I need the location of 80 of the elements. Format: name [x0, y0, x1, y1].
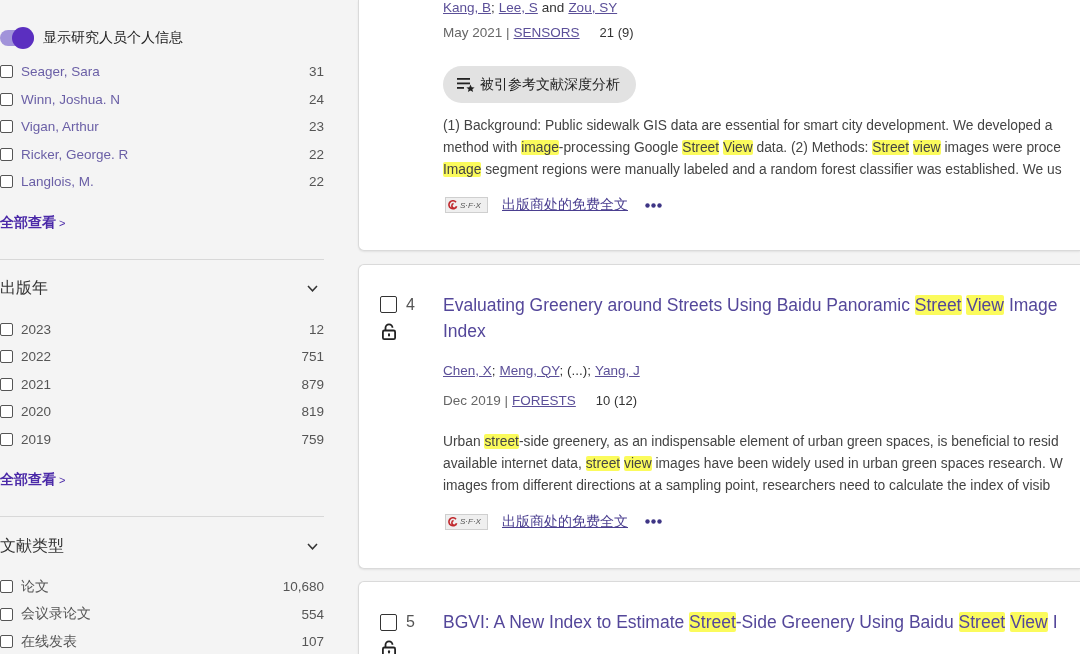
journal-link[interactable]: FORESTS — [512, 392, 576, 408]
checkbox[interactable] — [0, 322, 13, 336]
filter-label: 会议录论文 — [21, 605, 91, 624]
researcher-link[interactable]: Vigan, Arthur — [21, 119, 99, 135]
chevron-down-icon[interactable] — [307, 542, 318, 550]
see-all-link[interactable]: 全部查看 > — [0, 469, 66, 490]
filter-label: 2023 — [21, 321, 52, 337]
result-title-link[interactable]: Evaluating Greenery around Streets Using Baidu Panoramic Street View Image Index — [443, 291, 1058, 344]
checkbox[interactable] — [380, 296, 397, 313]
logo-tile[interactable]: S·F·X — [445, 197, 488, 213]
more-icon — [645, 202, 662, 208]
more-button[interactable] — [645, 202, 662, 208]
filter-label: 2022 — [21, 349, 52, 365]
toggle-label: 显示研究人员个人信息 — [43, 29, 183, 47]
filter-count: 759 — [301, 431, 324, 447]
researcher-link[interactable]: Ricker, George. R — [21, 146, 129, 162]
author-link[interactable]: Lee, S — [498, 0, 538, 15]
filter-label: 2019 — [21, 431, 52, 447]
researcher-link[interactable]: Langlois, M. — [21, 174, 94, 190]
more-button[interactable] — [645, 519, 662, 524]
checkbox[interactable] — [0, 120, 13, 134]
checkbox[interactable] — [0, 432, 13, 446]
filter-label: 论文 — [21, 577, 49, 596]
see-all-link[interactable]: 全部查看 > — [0, 211, 66, 233]
checkbox[interactable] — [0, 350, 13, 364]
author-link[interactable]: Zou, SY — [568, 0, 618, 15]
checkbox[interactable] — [0, 377, 13, 391]
swirl-icon — [448, 200, 458, 210]
filter-count: 10,680 — [282, 579, 324, 595]
filter-count: 24 — [308, 91, 324, 107]
filter-label: 在线发表 — [21, 632, 77, 651]
separator-text: ; — [491, 362, 496, 378]
filter-label: 2020 — [21, 404, 52, 420]
logo-text: S·F·X — [460, 200, 481, 210]
publication-date: Dec 2019 | — [443, 392, 509, 408]
checkbox[interactable] — [0, 65, 13, 79]
logo-text: S·F·X — [460, 517, 481, 526]
more-icon — [645, 519, 662, 524]
filter-count: 31 — [308, 64, 324, 80]
citation-count: 10 (12) — [595, 392, 638, 408]
section-title: 文献类型 — [0, 535, 64, 556]
researcher-link[interactable]: Winn, Joshua. N — [21, 91, 121, 107]
citation-analysis-button[interactable]: 被引参考文献深度分析 — [443, 66, 636, 103]
checkbox[interactable] — [0, 175, 13, 189]
swirl-icon — [448, 516, 458, 527]
result-number: 5 — [406, 613, 415, 631]
chevron-down-icon[interactable] — [307, 285, 318, 292]
filter-count: 12 — [308, 321, 324, 337]
toggle-switch[interactable] — [0, 27, 34, 49]
separator-text: ; — [491, 0, 495, 15]
section-title: 出版年 — [0, 278, 48, 298]
filter-count: 554 — [301, 606, 324, 622]
logo-tile[interactable]: S·F·X — [445, 513, 488, 530]
publication-date: May 2021 | — [443, 25, 510, 40]
list-star-icon — [457, 77, 475, 92]
checkbox[interactable] — [0, 607, 13, 621]
checkbox[interactable] — [0, 92, 13, 106]
checkbox[interactable] — [0, 405, 13, 419]
result-number: 4 — [406, 295, 415, 314]
checkbox[interactable] — [0, 580, 13, 594]
citation-count: 21 (9) — [599, 25, 634, 40]
filter-count: 107 — [301, 634, 324, 650]
filter-count: 23 — [308, 119, 324, 135]
checkbox[interactable] — [380, 613, 397, 631]
filter-label: 2021 — [21, 376, 52, 392]
filter-count: 22 — [308, 174, 324, 190]
free-full-text-link[interactable]: 出版商处的免费全文 — [502, 512, 628, 531]
checkbox[interactable] — [0, 147, 13, 161]
filter-count: 879 — [301, 376, 324, 392]
filter-count: 751 — [301, 349, 324, 365]
conjunction-text: and — [541, 0, 565, 15]
filter-count: 819 — [301, 404, 324, 420]
free-full-text-link[interactable]: 出版商处的免费全文 — [502, 196, 628, 214]
author-link[interactable]: Chen, X — [443, 362, 492, 378]
author-link[interactable]: Yang, J — [594, 362, 640, 378]
journal-link[interactable]: SENSORS — [513, 25, 580, 40]
checkbox[interactable] — [0, 635, 13, 649]
researcher-link[interactable]: Seager, Sara — [21, 64, 100, 80]
filter-count: 22 — [308, 146, 324, 162]
separator-text: ; (...); — [559, 362, 591, 378]
